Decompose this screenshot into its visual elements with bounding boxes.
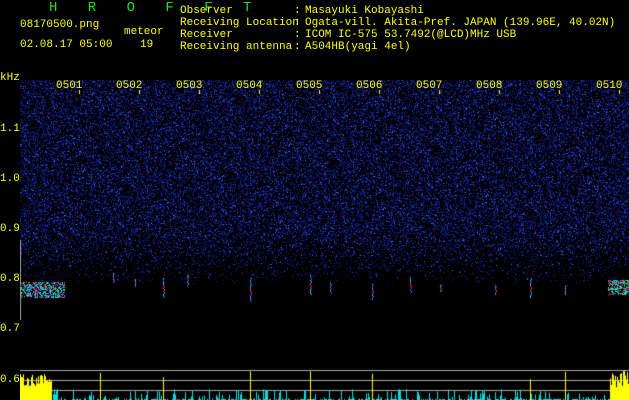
- info-sep: :: [294, 5, 301, 17]
- meteor-count: 19: [140, 39, 154, 51]
- x-tick-label: 0505: [296, 80, 323, 92]
- info-sep: :: [294, 41, 301, 53]
- info-label-location: Receiving Location: [180, 17, 299, 29]
- x-tick-label: 0507: [416, 80, 443, 92]
- y-tick-label: 1.0: [0, 173, 20, 185]
- x-tick-label: 0504: [236, 80, 263, 92]
- x-tick-label: 0510: [596, 80, 623, 92]
- x-tick-label: 0506: [356, 80, 383, 92]
- file-name: 08170500.png: [20, 19, 100, 31]
- y-tick-label: 0.7: [0, 323, 20, 335]
- info-sep: :: [294, 17, 301, 29]
- info-label-observer: Observer: [180, 5, 233, 17]
- info-value-antenna: A504HB(yagi 4el): [305, 41, 411, 53]
- y-tick-label: 1.1: [0, 123, 20, 135]
- info-label-receiver: Receiver: [180, 29, 233, 41]
- x-tick-label: 0502: [116, 80, 143, 92]
- x-tick-label: 0509: [536, 80, 563, 92]
- y-tick-label: 0.8: [0, 273, 20, 285]
- info-value-location: Ogata-vill. Akita-Pref. JAPAN (139.96E, …: [305, 17, 616, 29]
- datetime: 02.08.17 05:00: [20, 39, 113, 51]
- info-label-antenna: Receiving antenna: [180, 41, 293, 53]
- x-tick-label: 0503: [176, 80, 203, 92]
- x-tick-label: 0501: [56, 80, 83, 92]
- info-value-receiver: ICOM IC-575 53.7492(@LCD)MHz USB: [305, 29, 517, 41]
- y-tick-label: 0.9: [0, 223, 20, 235]
- info-value-observer: Masayuki Kobayashi: [305, 5, 424, 17]
- spectrogram: [20, 80, 629, 400]
- meteor-label: meteor: [124, 26, 164, 38]
- info-sep: :: [294, 29, 301, 41]
- y-tick-label: 0.6: [0, 374, 20, 386]
- y-axis-unit: kHz: [0, 72, 20, 84]
- x-tick-label: 0508: [476, 80, 503, 92]
